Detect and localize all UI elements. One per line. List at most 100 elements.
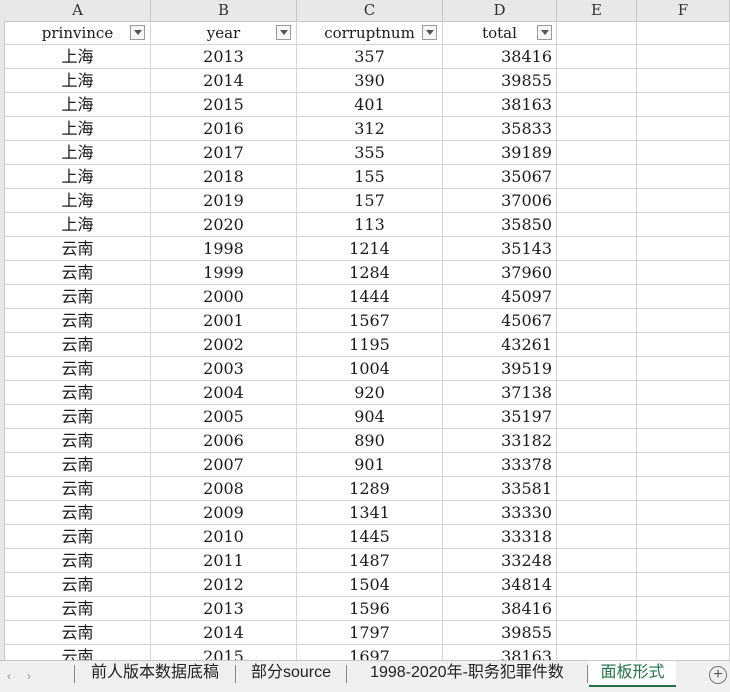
- empty-cell[interactable]: [557, 429, 637, 453]
- cell-corruptnum[interactable]: 390: [297, 69, 443, 93]
- cell-year[interactable]: 2002: [151, 333, 297, 357]
- empty-cell[interactable]: [557, 477, 637, 501]
- column-header-f[interactable]: F: [637, 0, 730, 21]
- cell-total[interactable]: 39189: [443, 141, 557, 165]
- cell-year[interactable]: 2005: [151, 405, 297, 429]
- sheet-tab-crime-counts[interactable]: 1998-2020年-职务犯罪件数: [350, 661, 584, 687]
- empty-cell[interactable]: [637, 621, 730, 645]
- empty-cell[interactable]: [637, 117, 730, 141]
- cell-year[interactable]: 2004: [151, 381, 297, 405]
- sheet-tab-source[interactable]: 部分source: [239, 661, 343, 687]
- empty-cell[interactable]: [557, 357, 637, 381]
- cell-year[interactable]: 2013: [151, 45, 297, 69]
- empty-cell[interactable]: [637, 549, 730, 573]
- cell-year[interactable]: 2015: [151, 93, 297, 117]
- empty-cell[interactable]: [557, 597, 637, 621]
- cell-corruptnum[interactable]: 904: [297, 405, 443, 429]
- cell-total[interactable]: 34814: [443, 573, 557, 597]
- empty-cell[interactable]: [557, 573, 637, 597]
- empty-cell[interactable]: [637, 309, 730, 333]
- cell-corruptnum[interactable]: 1284: [297, 261, 443, 285]
- cell-corruptnum[interactable]: 890: [297, 429, 443, 453]
- empty-cell[interactable]: [557, 141, 637, 165]
- column-header-a[interactable]: A: [5, 0, 151, 21]
- sheet-tab-draft[interactable]: 前人版本数据底稿: [78, 661, 232, 687]
- cell-corruptnum[interactable]: 1214: [297, 237, 443, 261]
- cell-year[interactable]: 2010: [151, 525, 297, 549]
- cell-year[interactable]: 1998: [151, 237, 297, 261]
- empty-cell[interactable]: [557, 525, 637, 549]
- cell-corruptnum[interactable]: 920: [297, 381, 443, 405]
- cell-corruptnum[interactable]: 355: [297, 141, 443, 165]
- empty-cell[interactable]: [637, 261, 730, 285]
- cell-total[interactable]: 35197: [443, 405, 557, 429]
- column-header-c[interactable]: C: [297, 0, 443, 21]
- empty-cell[interactable]: [557, 165, 637, 189]
- header-cell-corruptnum[interactable]: corruptnum: [297, 21, 443, 45]
- empty-cell[interactable]: [557, 621, 637, 645]
- cell-corruptnum[interactable]: 1195: [297, 333, 443, 357]
- empty-cell[interactable]: [557, 381, 637, 405]
- column-header-e[interactable]: E: [557, 0, 637, 21]
- cell-prinvince[interactable]: 上海: [5, 189, 151, 213]
- cell-year[interactable]: 2020: [151, 213, 297, 237]
- header-cell-prinvince[interactable]: prinvince: [5, 21, 151, 45]
- cell-prinvince[interactable]: 云南: [5, 261, 151, 285]
- empty-cell[interactable]: [637, 237, 730, 261]
- cell-prinvince[interactable]: 上海: [5, 69, 151, 93]
- chevron-right-icon[interactable]: ›: [22, 667, 36, 685]
- cell-prinvince[interactable]: 上海: [5, 45, 151, 69]
- cell-prinvince[interactable]: 云南: [5, 597, 151, 621]
- cell-prinvince[interactable]: 云南: [5, 453, 151, 477]
- empty-cell[interactable]: [637, 597, 730, 621]
- cell-total[interactable]: 39519: [443, 357, 557, 381]
- empty-cell[interactable]: [557, 645, 637, 660]
- filter-dropdown-icon[interactable]: [422, 25, 437, 40]
- cell-year[interactable]: 2015: [151, 645, 297, 660]
- column-header-b[interactable]: B: [151, 0, 297, 21]
- cell-year[interactable]: 2011: [151, 549, 297, 573]
- empty-cell[interactable]: [637, 357, 730, 381]
- empty-cell[interactable]: [637, 501, 730, 525]
- cell-total[interactable]: 33182: [443, 429, 557, 453]
- cell-corruptnum[interactable]: 1341: [297, 501, 443, 525]
- cell-prinvince[interactable]: 云南: [5, 309, 151, 333]
- cell-corruptnum[interactable]: 1487: [297, 549, 443, 573]
- cell-corruptnum[interactable]: 157: [297, 189, 443, 213]
- chevron-left-icon[interactable]: ‹: [2, 667, 16, 685]
- cell-prinvince[interactable]: 云南: [5, 333, 151, 357]
- cell-corruptnum[interactable]: 113: [297, 213, 443, 237]
- empty-cell[interactable]: [557, 309, 637, 333]
- cell-prinvince[interactable]: 云南: [5, 501, 151, 525]
- empty-cell[interactable]: [637, 645, 730, 660]
- cell-total[interactable]: 45067: [443, 309, 557, 333]
- cell-prinvince[interactable]: 云南: [5, 645, 151, 660]
- empty-cell[interactable]: [557, 453, 637, 477]
- cell-year[interactable]: 2006: [151, 429, 297, 453]
- empty-cell[interactable]: [637, 69, 730, 93]
- cell-year[interactable]: 2003: [151, 357, 297, 381]
- empty-cell[interactable]: [637, 141, 730, 165]
- cell-total[interactable]: 38416: [443, 45, 557, 69]
- cell-total[interactable]: 35850: [443, 213, 557, 237]
- cell-prinvince[interactable]: 云南: [5, 381, 151, 405]
- cell-total[interactable]: 37138: [443, 381, 557, 405]
- cell-corruptnum[interactable]: 1289: [297, 477, 443, 501]
- cell-total[interactable]: 33378: [443, 453, 557, 477]
- header-cell-total[interactable]: total: [443, 21, 557, 45]
- cell-year[interactable]: 2014: [151, 69, 297, 93]
- column-header-d[interactable]: D: [443, 0, 557, 21]
- empty-cell[interactable]: [557, 93, 637, 117]
- cell-total[interactable]: 38163: [443, 93, 557, 117]
- cell-year[interactable]: 2017: [151, 141, 297, 165]
- cell-year[interactable]: 2000: [151, 285, 297, 309]
- empty-cell[interactable]: [637, 453, 730, 477]
- cell-prinvince[interactable]: 云南: [5, 285, 151, 309]
- empty-cell[interactable]: [557, 261, 637, 285]
- cell-total[interactable]: 35067: [443, 165, 557, 189]
- cell-year[interactable]: 2014: [151, 621, 297, 645]
- cell-corruptnum[interactable]: 901: [297, 453, 443, 477]
- cell-prinvince[interactable]: 云南: [5, 237, 151, 261]
- cell-year[interactable]: 2008: [151, 477, 297, 501]
- cell-total[interactable]: 38163: [443, 645, 557, 660]
